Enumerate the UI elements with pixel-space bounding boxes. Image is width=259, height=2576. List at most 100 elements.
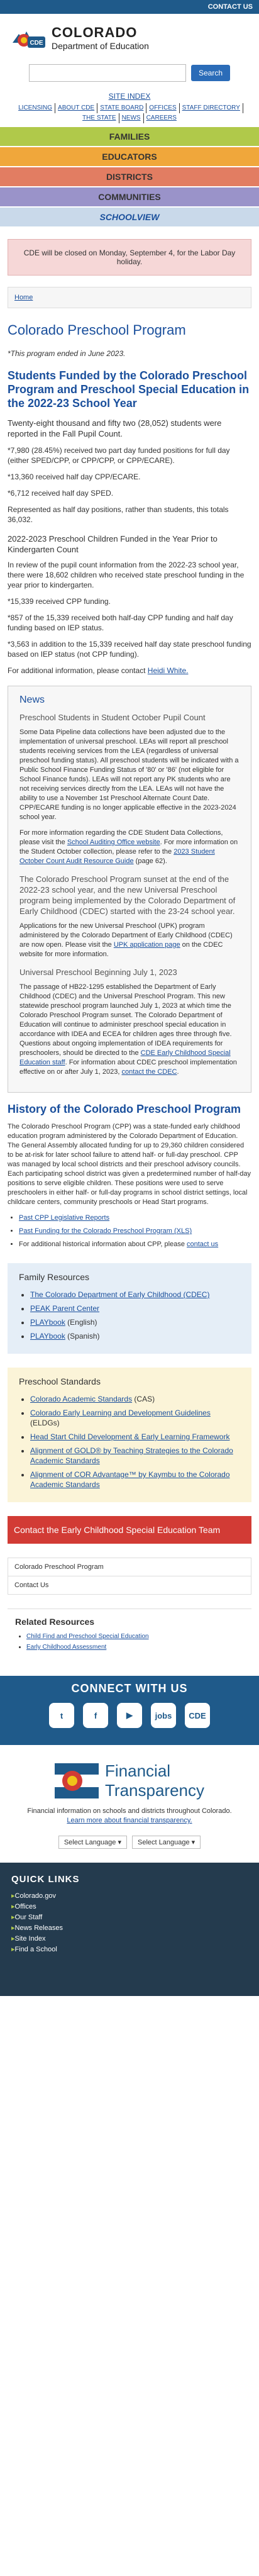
quick-link-staff[interactable]: Our Staff: [11, 1912, 248, 1923]
transparency-note: Financial information on schools and dis…: [27, 1807, 232, 1824]
contact-ecse-button[interactable]: Contact the Early Childhood Special Educ…: [8, 1516, 251, 1544]
utility-nav: LICENSING ABOUT CDE STATE BOARD OFFICES …: [0, 103, 259, 123]
kindergarten-count-text: In review of the pupil count information…: [8, 560, 245, 589]
nav-families[interactable]: FAMILIES: [0, 127, 259, 147]
quick-link-offices[interactable]: Offices: [11, 1902, 248, 1912]
facebook-icon[interactable]: f: [83, 1703, 108, 1728]
news-item-heading: The Colorado Preschool Program sunset at…: [19, 874, 236, 916]
quick-links-heading: QUICK LINKS: [11, 1874, 80, 1885]
util-link-news[interactable]: NEWS: [119, 113, 144, 123]
preschool-standards-box: Preschool Standards Colorado Academic St…: [8, 1368, 251, 1502]
list-item: PLAYbook (English): [30, 1317, 240, 1327]
list-item: Head Start Child Development & Early Lea…: [30, 1432, 240, 1442]
language-select[interactable]: Select Language ▾: [58, 1836, 127, 1849]
eldg-link[interactable]: Colorado Early Learning and Development …: [30, 1408, 211, 1417]
list-item: Alignment of COR Advantage™ by Kaymbu to…: [30, 1469, 240, 1490]
peak-parent-link[interactable]: PEAK Parent Center: [30, 1304, 99, 1313]
brand-name: COLORADO: [52, 25, 138, 40]
transparency-title-2: Transparency: [105, 1781, 204, 1800]
page-title: Colorado Preschool Program: [8, 322, 186, 338]
contact-us-link[interactable]: CONTACT US: [208, 3, 253, 11]
search-button[interactable]: Search: [190, 65, 231, 81]
stat-cpp-funding: *15,339 received CPP funding.: [8, 597, 111, 606]
transparency-title-1: Financial: [105, 1761, 171, 1780]
gold-alignment-link[interactable]: Alignment of GOLD® by Teaching Strategie…: [30, 1446, 233, 1465]
nav-schoolview[interactable]: SCHOOLVIEW: [0, 208, 259, 228]
cor-alignment-link[interactable]: Alignment of COR Advantage™ by Kaymbu to…: [30, 1470, 230, 1489]
stat-total-positions: Represented as half day positions, rathe…: [8, 505, 229, 524]
search-bar: Search: [0, 58, 259, 88]
twitter-icon[interactable]: t: [49, 1703, 74, 1728]
students-funded-heading: Students Funded by the Colorado Preschoo…: [8, 369, 250, 410]
stat-iep-funding: *3,563 in addition to the 15,339 receive…: [8, 640, 251, 659]
news-box: News Preschool Students in Student Octob…: [8, 686, 251, 1093]
related-heading: Related Resources: [15, 1617, 95, 1627]
financial-transparency[interactable]: Financial Transparency: [0, 1745, 259, 1807]
search-input[interactable]: [28, 64, 186, 82]
related-resources: Related Resources Child Find and Prescho…: [8, 1609, 251, 1662]
breadcrumb-home[interactable]: Home: [14, 294, 33, 301]
stat-half-day-sped: *6,712 received half day SPED.: [8, 489, 114, 498]
news-item-text: Some Data Pipeline data collections have…: [19, 728, 239, 821]
news-item-heading: Preschool Students in Student October Pu…: [19, 713, 206, 722]
upk-application-link[interactable]: UPK application page: [114, 941, 180, 949]
nav-communities[interactable]: COMMUNITIES: [0, 187, 259, 208]
contact-heidi-link[interactable]: Heidi White.: [148, 666, 189, 675]
util-link-staff-directory[interactable]: STAFF DIRECTORY: [180, 103, 243, 113]
history-section: History of the Colorado Preschool Progra…: [0, 1103, 259, 1249]
news-heading: News: [19, 694, 45, 705]
family-resources-heading: Family Resources: [19, 1272, 90, 1282]
cde-logo[interactable]: CDE: [10, 24, 47, 52]
list-item: Colorado Early Learning and Development …: [30, 1408, 240, 1428]
school-auditing-link[interactable]: School Auditing Office website: [67, 839, 160, 846]
past-funding-link[interactable]: Past Funding for the Colorado Preschool …: [19, 1227, 192, 1235]
brand-subtitle: Department of Education: [52, 41, 149, 51]
head-start-framework-link[interactable]: Head Start Child Development & Early Lea…: [30, 1432, 229, 1441]
kindergarten-count-heading: 2022-2023 Preschool Children Funded in t…: [8, 534, 218, 554]
legislative-reports-link[interactable]: Past CPP Legislative Reports: [19, 1214, 109, 1222]
list-item: Alignment of GOLD® by Teaching Strategie…: [30, 1446, 240, 1466]
youtube-icon[interactable]: ▶: [117, 1703, 142, 1728]
history-heading: History of the Colorado Preschool Progra…: [8, 1103, 241, 1115]
contact-cdec-link[interactable]: contact the CDEC: [121, 1068, 177, 1076]
language-select[interactable]: Select Language ▾: [132, 1836, 201, 1849]
util-link-about[interactable]: ABOUT CDE: [55, 103, 98, 113]
svg-text:CDE: CDE: [30, 40, 43, 47]
playbook-english-link[interactable]: PLAYbook: [30, 1318, 65, 1327]
footer-link-cpp[interactable]: Colorado Preschool Program: [8, 1558, 251, 1576]
jobs-icon[interactable]: jobs: [151, 1703, 176, 1728]
section-links: Colorado Preschool Program Contact Us: [8, 1558, 251, 1595]
cdec-link[interactable]: The Colorado Department of Early Childho…: [30, 1290, 209, 1299]
quick-link-site-index[interactable]: Site Index: [11, 1934, 248, 1944]
util-link-careers[interactable]: CAREERS: [144, 113, 179, 123]
connect-heading: CONNECT WITH US: [71, 1682, 188, 1695]
site-index-link[interactable]: SITE INDEX: [109, 92, 151, 101]
quick-link-find-school[interactable]: Find a School: [11, 1944, 248, 1955]
breadcrumb: Home: [8, 287, 251, 308]
ec-assessment-link[interactable]: Early Childhood Assessment: [26, 1644, 106, 1651]
language-selectors: Select Language ▾ Select Language ▾: [0, 1832, 259, 1863]
news-item-heading: Universal Preschool Beginning July 1, 20…: [19, 967, 177, 977]
child-find-link[interactable]: Child Find and Preschool Special Educati…: [26, 1633, 149, 1640]
stat-both-funding: *857 of the 15,339 received both half-da…: [8, 613, 233, 632]
list-item: Past Funding for the Colorado Preschool …: [19, 1227, 251, 1236]
quick-link-colorado-gov[interactable]: Colorado.gov: [11, 1891, 248, 1902]
nav-educators[interactable]: EDUCATORS: [0, 147, 259, 167]
util-link-state-board[interactable]: STATE BOARD: [97, 103, 147, 113]
site-header: CDE COLORADO Department of Education: [0, 14, 259, 58]
util-link-offices[interactable]: OFFICES: [146, 103, 180, 113]
cas-link[interactable]: Colorado Academic Standards: [30, 1395, 132, 1403]
playbook-spanish-link[interactable]: PLAYbook: [30, 1332, 65, 1341]
util-link-the-state[interactable]: THE STATE: [80, 113, 119, 123]
news-item-text: For more information regarding the CDE S…: [19, 829, 238, 865]
footer-link-contact[interactable]: Contact Us: [8, 1576, 251, 1594]
util-link-licensing[interactable]: LICENSING: [16, 103, 56, 113]
quick-link-news[interactable]: News Releases: [11, 1923, 248, 1934]
history-contact-link[interactable]: contact us: [187, 1241, 218, 1248]
list-item: For additional historical information ab…: [19, 1240, 251, 1249]
news-item-text: Applications for the new Universal Presc…: [19, 922, 233, 958]
transparency-learn-link[interactable]: Learn more about financial transparency.: [67, 1817, 192, 1824]
cde-jobs-icon[interactable]: CDE: [185, 1703, 210, 1728]
list-item: Past CPP Legislative Reports: [19, 1213, 251, 1223]
nav-districts[interactable]: DISTRICTS: [0, 167, 259, 187]
